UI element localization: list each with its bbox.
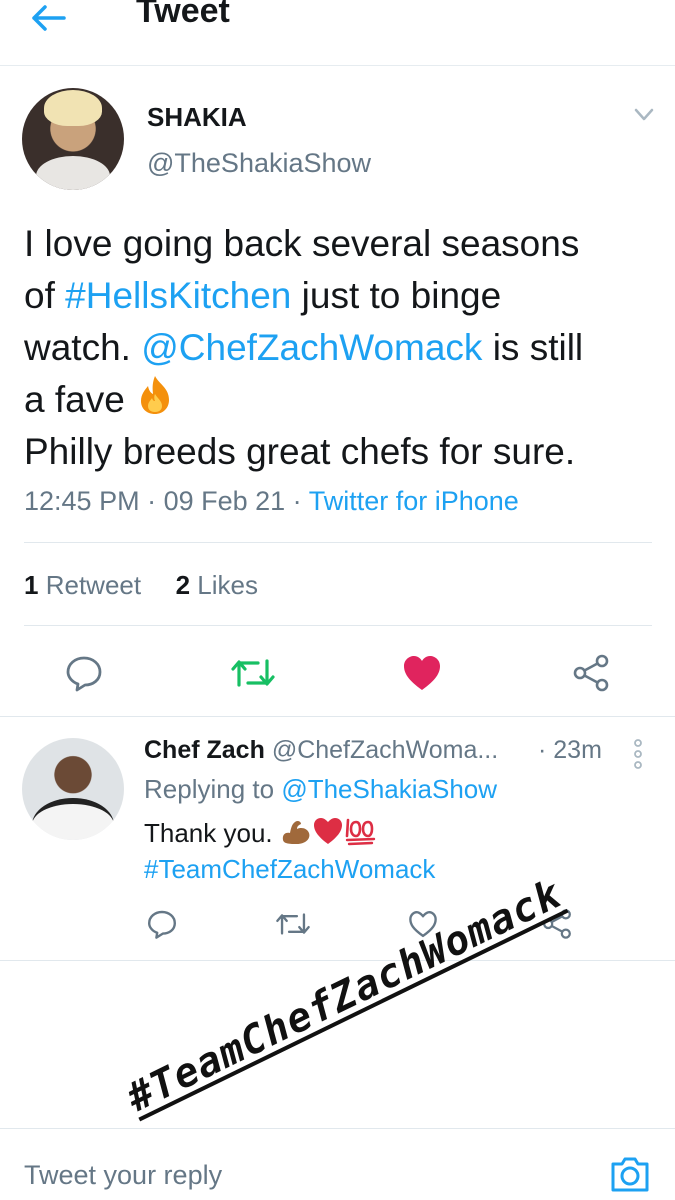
tweet-text-part: just to binge — [291, 275, 502, 316]
mention-link[interactable]: @ChefZachWomack — [141, 327, 482, 368]
divider — [24, 542, 652, 543]
divider — [24, 625, 652, 626]
tweet-time: 12:45 PM — [24, 486, 140, 516]
share-button[interactable] — [570, 653, 612, 693]
reply-author-handle[interactable]: @ChefZachWoma... — [272, 736, 498, 764]
tweet-text-line: of #HellsKitchen just to binge — [24, 270, 664, 322]
tweet-meta: 12:45 PM · 09 Feb 21 · Twitter for iPhon… — [24, 486, 519, 517]
more-vertical-icon — [634, 739, 642, 769]
tweet-text-line: a fave — [24, 374, 664, 426]
reply-reply-button[interactable] — [145, 907, 179, 941]
arrow-left-icon — [32, 5, 66, 31]
tweet-menu-button[interactable] — [630, 104, 658, 126]
reply-text-part: Thank you. — [144, 818, 280, 848]
page-title: Tweet — [136, 0, 230, 30]
retweets-stat[interactable]: 1 Retweet — [24, 570, 141, 600]
reply-actions — [0, 905, 675, 945]
engagement-stats: 1 Retweet 2 Likes — [24, 570, 258, 601]
replying-label: Replying to — [144, 774, 282, 804]
tweet-text-part: I love going back several seasons — [24, 223, 580, 264]
retweet-count: 1 — [24, 570, 39, 600]
hashtag-link[interactable]: #HellsKitchen — [65, 275, 291, 316]
reply-more-button[interactable] — [630, 738, 646, 770]
tweet-text-part: watch. — [24, 327, 142, 368]
retweet-icon — [276, 913, 310, 935]
tweet-text-part: of — [24, 275, 66, 316]
tweet-source-link[interactable]: Twitter for iPhone — [309, 486, 519, 516]
reply-time: · 23m — [538, 736, 602, 764]
reply-header: Chef Zach @ChefZachWoma... — [144, 736, 498, 765]
reply-input[interactable]: Tweet your reply — [24, 1160, 222, 1191]
retweet-label: Retweet — [45, 570, 142, 600]
retweet-button[interactable] — [229, 653, 277, 693]
like-label: Likes — [197, 570, 258, 600]
camera-icon — [611, 1157, 649, 1192]
like-count: 2 — [175, 570, 191, 600]
reply-text: Thank you. #TeamChefZachWomack — [144, 815, 435, 887]
tweet-text: I love going back several seasons of #He… — [24, 218, 664, 478]
likes-stat[interactable]: 2 Likes — [176, 570, 258, 600]
share-icon — [573, 654, 609, 692]
avatar[interactable] — [22, 88, 124, 190]
tweet-date: 09 Feb 21 — [163, 486, 286, 516]
chevron-down-icon — [634, 108, 654, 121]
heart-icon — [404, 656, 440, 690]
separator: · — [285, 486, 309, 516]
reply-icon — [66, 656, 102, 692]
camera-button[interactable] — [609, 1154, 651, 1194]
author-name[interactable]: SHAKIA — [147, 102, 247, 133]
reply-text-line: Thank you. — [144, 815, 435, 851]
red-heart-emoji-icon — [313, 818, 342, 844]
separator: · — [139, 486, 164, 516]
top-bar: Tweet — [0, 0, 675, 66]
divider — [0, 960, 675, 961]
tweet-text-line: I love going back several seasons — [24, 218, 664, 270]
tweet-text-line: Philly breeds great chefs for sure. — [24, 426, 664, 478]
reply-avatar[interactable] — [22, 738, 124, 840]
back-button[interactable] — [30, 0, 76, 36]
like-button[interactable] — [400, 653, 444, 693]
reply-button[interactable] — [62, 653, 106, 693]
tweet-text-part: is still — [482, 327, 584, 368]
retweet-icon — [231, 659, 275, 687]
tweet-text-part: Philly breeds great chefs for sure. — [24, 431, 576, 472]
reply-author-name[interactable]: Chef Zach — [144, 736, 265, 764]
replying-handle-link[interactable]: @TheShakiaShow — [281, 774, 497, 804]
fire-emoji-icon — [141, 376, 170, 414]
divider — [0, 716, 675, 717]
reply-hashtag-link[interactable]: #TeamChefZachWomack — [144, 851, 435, 887]
tweet-text-line: watch. @ChefZachWomack is still — [24, 322, 664, 374]
reply-icon — [148, 910, 176, 939]
hundred-points-emoji-icon — [345, 818, 376, 846]
tweet-text-part: a fave — [24, 379, 136, 420]
replying-to: Replying to @TheShakiaShow — [144, 774, 497, 805]
flexed-biceps-emoji-icon — [282, 820, 310, 844]
tweet-actions — [0, 645, 675, 701]
reply-retweet-button[interactable] — [274, 907, 312, 941]
author-handle[interactable]: @TheShakiaShow — [147, 148, 371, 179]
